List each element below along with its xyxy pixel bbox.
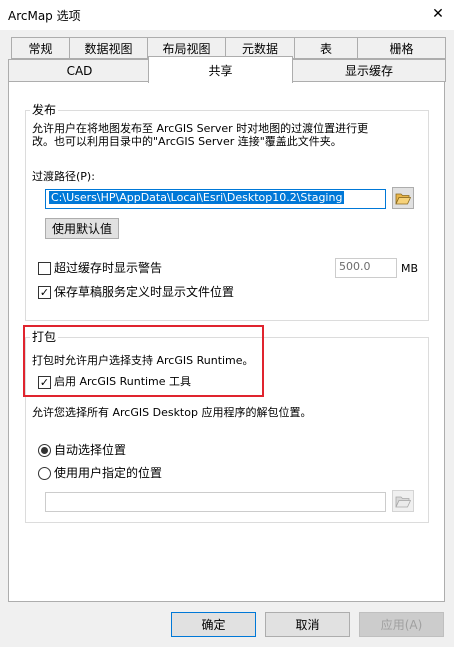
- folder-open-icon: [395, 496, 411, 507]
- package-group-title: 打包: [30, 328, 59, 345]
- ok-button[interactable]: 确定: [171, 612, 256, 637]
- cache-warning-checkbox[interactable]: [38, 262, 51, 275]
- tab-raster[interactable]: 栅格: [357, 37, 446, 59]
- publish-description-line2: 改。也可以利用目录中的"ArcGIS Server 连接"覆盖此文件夹。: [32, 135, 342, 148]
- tab-sharing[interactable]: 共享: [148, 56, 293, 83]
- package-description: 打包时允许用户选择支持 ArcGIS Runtime。: [32, 354, 254, 367]
- user-location-label: 使用用户指定的位置: [54, 466, 163, 480]
- user-location-radio[interactable]: [38, 467, 51, 480]
- use-default-button[interactable]: 使用默认值: [45, 218, 119, 239]
- window-title: ArcMap 选项: [8, 9, 81, 23]
- close-icon: ✕: [432, 6, 444, 22]
- tab-data-view[interactable]: 数据视图: [69, 37, 148, 59]
- auto-location-radio[interactable]: [38, 444, 51, 457]
- unpack-description: 允许您选择所有 ArcGIS Desktop 应用程序的解包位置。: [32, 406, 312, 419]
- tab-general[interactable]: 常规: [11, 37, 70, 59]
- publish-description-line1: 允许用户在将地图发布至 ArcGIS Server 时对地图的过渡位置进行更: [32, 122, 369, 135]
- save-draft-label: 保存草稿服务定义时显示文件位置: [54, 285, 235, 299]
- tab-table[interactable]: 表: [294, 37, 358, 59]
- cache-size-unit: MB: [401, 262, 419, 275]
- user-location-input[interactable]: [45, 492, 386, 512]
- cancel-button[interactable]: 取消: [265, 612, 350, 637]
- title-bar: ArcMap 选项 ✕: [0, 0, 454, 30]
- apply-button[interactable]: 应用(A): [359, 612, 444, 637]
- enable-runtime-checkbox[interactable]: ✓: [38, 376, 51, 389]
- cache-size-input[interactable]: 500.0: [335, 258, 397, 278]
- browse-location-button[interactable]: [392, 490, 414, 512]
- close-button[interactable]: ✕: [424, 2, 452, 26]
- enable-runtime-label: 启用 ArcGIS Runtime 工具: [54, 375, 192, 388]
- staging-path-input[interactable]: C:\Users\HP\AppData\Local\Esri\Desktop10…: [45, 189, 386, 209]
- publish-group-title: 发布: [30, 101, 59, 118]
- tab-panel-sharing: 发布 允许用户在将地图发布至 ArcGIS Server 时对地图的过渡位置进行…: [8, 81, 445, 602]
- auto-location-label: 自动选择位置: [54, 443, 127, 457]
- checkmark-icon: ✓: [39, 376, 50, 389]
- radio-dot: [41, 447, 48, 454]
- save-draft-checkbox[interactable]: ✓: [38, 286, 51, 299]
- staging-path-value: C:\Users\HP\AppData\Local\Esri\Desktop10…: [49, 191, 345, 204]
- browse-staging-button[interactable]: [392, 187, 414, 209]
- folder-open-icon: [395, 193, 411, 204]
- checkmark-icon: ✓: [39, 286, 50, 299]
- tab-display-cache[interactable]: 显示缓存: [292, 59, 446, 82]
- staging-path-label: 过渡路径(P):: [32, 170, 95, 183]
- tab-cad[interactable]: CAD: [8, 59, 151, 82]
- cache-warning-label: 超过缓存时显示警告: [54, 261, 163, 275]
